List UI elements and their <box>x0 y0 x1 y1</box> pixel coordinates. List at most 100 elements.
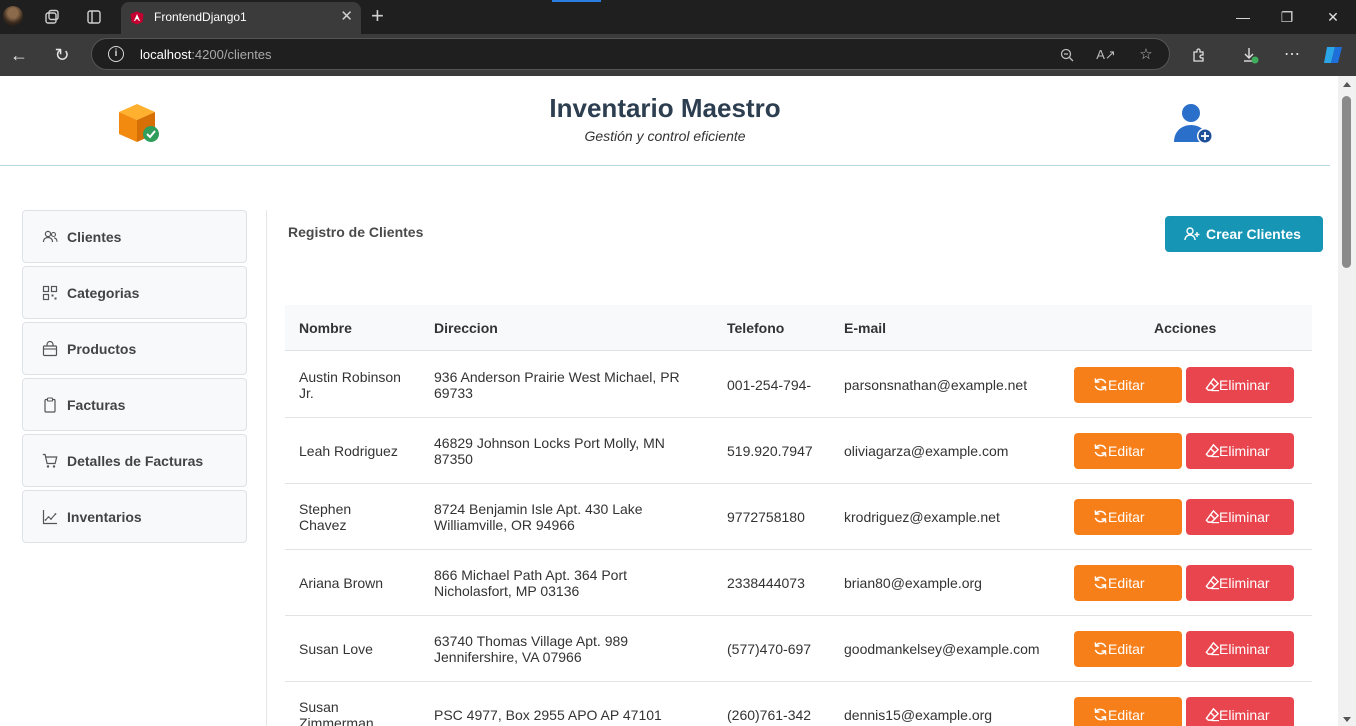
cell-direccion-line: Williamville, OR 94966 <box>434 517 575 533</box>
app-page: Inventario Maestro Gestión y control efi… <box>0 76 1338 726</box>
cell-nombre: Susan Love <box>299 641 419 657</box>
tab-title: FrontendDjango1 <box>154 10 247 24</box>
cell-nombre-line: Zimmerman <box>299 715 374 726</box>
cell-nombre-line: Stephen <box>299 501 352 517</box>
sidebar-item-categorias[interactable]: Categorias <box>22 266 247 319</box>
cell-telefono: 519.920.7947 <box>727 443 813 459</box>
delete-label: Eliminar <box>1219 575 1270 591</box>
add-user-icon[interactable] <box>1170 100 1216 146</box>
favorite-star-icon[interactable]: ☆ <box>1135 44 1157 66</box>
new-tab-button[interactable]: + <box>371 4 384 28</box>
sidebar-item-label: Productos <box>67 341 137 357</box>
more-options-icon[interactable]: ⋯ <box>1279 42 1305 68</box>
cell-nombre-line: Susan <box>299 699 339 715</box>
eraser-icon <box>1205 575 1220 590</box>
app-title: Inventario Maestro <box>549 93 781 123</box>
edit-button[interactable]: Editar <box>1074 433 1182 469</box>
restore-icon[interactable]: ❐ <box>1264 4 1310 30</box>
sidebar-item-label: Categorias <box>67 285 140 301</box>
section-title: Registro de Clientes <box>288 224 424 240</box>
eraser-icon <box>1205 641 1220 656</box>
cell-direccion-line: 866 Michael Path Apt. 364 Port <box>434 567 628 583</box>
scroll-down-icon[interactable] <box>1343 717 1351 722</box>
address-bar[interactable]: i localhost:4200/clientes A↗ ☆ <box>91 38 1170 70</box>
read-aloud-icon[interactable]: A↗ <box>1095 44 1117 66</box>
delete-label: Eliminar <box>1219 509 1270 525</box>
eraser-icon <box>1205 509 1220 524</box>
scroll-thumb[interactable] <box>1342 96 1351 268</box>
refresh-icon <box>1093 641 1108 656</box>
cell-nombre: Susan Zimmerman <box>299 699 419 726</box>
cell-nombre-line: Leah Rodriguez <box>299 443 398 459</box>
sidebar-item-label: Inventarios <box>67 509 142 525</box>
column-header-acciones: Acciones <box>1154 320 1217 336</box>
edit-button[interactable]: Editar <box>1074 697 1182 726</box>
back-icon[interactable]: ← <box>6 42 32 68</box>
sidebar-item-clientes[interactable]: Clientes <box>22 210 247 263</box>
url-text[interactable]: localhost:4200/clientes <box>140 47 272 62</box>
cell-direccion-line: Jennifershire, VA 07966 <box>434 649 582 665</box>
edit-button[interactable]: Editar <box>1074 565 1182 601</box>
create-client-button[interactable]: Crear Clientes <box>1165 216 1323 252</box>
minimize-icon[interactable]: — <box>1220 4 1266 30</box>
column-header-direccion: Direccion <box>434 320 498 336</box>
tab-accent-bar <box>552 0 601 2</box>
cell-direccion-line: 46829 Johnson Locks Port Molly, MN <box>434 435 665 451</box>
cell-direccion-line: 69733 <box>434 385 473 401</box>
cell-direccion-line: Nicholasfort, MP 03136 <box>434 583 580 599</box>
edit-label: Editar <box>1108 443 1145 459</box>
delete-button[interactable]: Eliminar <box>1186 499 1294 535</box>
edit-label: Editar <box>1108 707 1145 723</box>
table-row: Susan Love 63740 Thomas Village Apt. 989 J… <box>285 616 1312 682</box>
reload-icon[interactable]: ↻ <box>49 42 75 68</box>
copilot-icon[interactable] <box>1320 42 1346 68</box>
table-row: Leah Rodriguez 46829 Johnson Locks Port M… <box>285 418 1312 484</box>
profile-avatar[interactable] <box>3 6 23 26</box>
app-subtitle: Gestión y control eficiente <box>584 128 746 144</box>
cell-telefono: (260)761-342 <box>727 707 812 723</box>
person-add-icon <box>1184 227 1200 241</box>
eraser-icon <box>1205 377 1220 392</box>
edit-button[interactable]: Editar <box>1074 631 1182 667</box>
sidebar-item-productos[interactable]: Productos <box>22 322 247 375</box>
page-scrollbar[interactable] <box>1338 76 1356 726</box>
delete-button[interactable]: Eliminar <box>1186 631 1294 667</box>
window-close-icon[interactable]: ✕ <box>1310 4 1356 30</box>
sidebar-item-detalles-facturas[interactable]: Detalles de Facturas <box>22 434 247 487</box>
cell-direccion: 63740 Thomas Village Apt. 989 Jennifershi… <box>434 633 714 665</box>
delete-button[interactable]: Eliminar <box>1186 565 1294 601</box>
delete-button[interactable]: Eliminar <box>1186 697 1294 726</box>
active-tab[interactable]: FrontendDjango1 ✕ <box>121 2 361 34</box>
delete-label: Eliminar <box>1219 443 1270 459</box>
sidebar-item-facturas[interactable]: Facturas <box>22 378 247 431</box>
tab-close-icon[interactable]: ✕ <box>340 8 353 26</box>
grid-icon <box>42 285 58 301</box>
site-info-icon[interactable]: i <box>108 46 124 62</box>
column-header-email: E-mail <box>844 320 887 336</box>
sidebar-item-inventarios[interactable]: Inventarios <box>22 490 247 543</box>
table-row: Ariana Brown 866 Michael Path Apt. 364 Po… <box>285 550 1312 616</box>
cell-email: oliviagarza@example.com <box>844 443 1009 459</box>
cell-nombre-line: Susan Love <box>299 641 373 657</box>
downloads-icon[interactable] <box>1237 42 1263 68</box>
cell-nombre-line: Austin Robinson <box>299 369 401 385</box>
workspaces-icon[interactable] <box>40 5 64 29</box>
edit-button[interactable]: Editar <box>1074 499 1182 535</box>
tab-actions-icon[interactable] <box>82 5 106 29</box>
zoom-icon[interactable] <box>1056 44 1078 66</box>
cell-nombre: Austin Robinson Jr. <box>299 369 419 401</box>
users-icon <box>42 230 58 243</box>
cell-direccion: 866 Michael Path Apt. 364 Port Nicholasfo… <box>434 567 714 599</box>
delete-button[interactable]: Eliminar <box>1186 367 1294 403</box>
bag-icon <box>42 341 58 357</box>
column-header-nombre: Nombre <box>299 320 352 336</box>
scroll-up-icon[interactable] <box>1343 82 1351 87</box>
chart-icon <box>42 510 57 525</box>
cell-telefono: (577)470-697 <box>727 641 812 657</box>
cell-telefono: 2338444073 <box>727 575 805 591</box>
delete-button[interactable]: Eliminar <box>1186 433 1294 469</box>
edit-button[interactable]: Editar <box>1074 367 1182 403</box>
extensions-icon[interactable] <box>1186 42 1212 68</box>
create-client-label: Crear Clientes <box>1206 226 1301 242</box>
cell-direccion-line: 63740 Thomas Village Apt. 989 <box>434 633 629 649</box>
